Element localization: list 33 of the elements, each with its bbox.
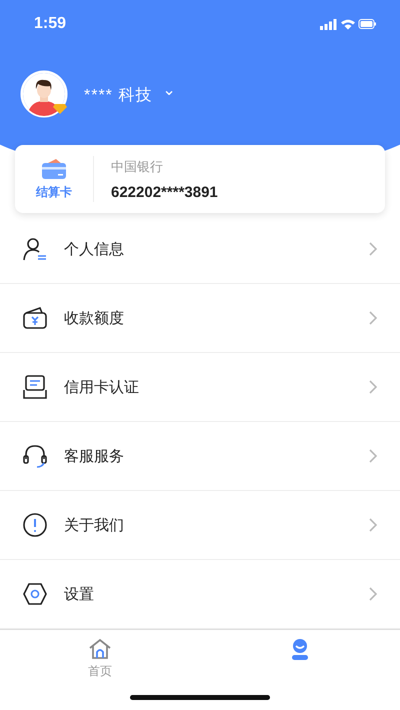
menu-item[interactable]: 信用卡认证 bbox=[0, 353, 400, 422]
menu-item[interactable]: 收款额度 bbox=[0, 284, 400, 353]
chevron-right-icon bbox=[368, 241, 378, 257]
status-time: 1:59 bbox=[34, 15, 66, 33]
settings-icon bbox=[22, 581, 48, 607]
status-icons bbox=[320, 18, 376, 30]
menu-label: 客服服务 bbox=[64, 446, 125, 466]
home-icon bbox=[88, 638, 112, 660]
menu-label: 设置 bbox=[64, 584, 95, 604]
info-icon bbox=[22, 512, 48, 538]
menu-item[interactable]: 设置 bbox=[0, 560, 400, 629]
wallet-icon bbox=[22, 305, 48, 331]
chevron-right-icon bbox=[368, 586, 378, 602]
menu-label: 收款额度 bbox=[64, 308, 125, 328]
menu-item[interactable]: 关于我们 bbox=[0, 491, 400, 560]
menu-label: 关于我们 bbox=[64, 516, 125, 534]
bank-name: 中国银行 bbox=[111, 158, 164, 176]
menu-label: 个人信息 bbox=[64, 240, 125, 258]
card-type-label: 结算卡 bbox=[36, 184, 72, 200]
person-icon bbox=[22, 236, 48, 262]
card-number: 622202****3891 bbox=[111, 184, 218, 200]
card-reader-icon bbox=[22, 374, 48, 400]
menu-label: 信用卡认证 bbox=[64, 378, 140, 396]
menu-item[interactable]: 个人信息 bbox=[0, 215, 400, 284]
chevron-right-icon bbox=[368, 517, 378, 533]
bank-card[interactable]: 结算卡 中国银行 622202****3891 bbox=[15, 145, 385, 213]
chevron-right-icon bbox=[368, 310, 378, 326]
avatar-icon[interactable] bbox=[20, 70, 70, 120]
chevron-right-icon bbox=[368, 379, 378, 395]
chevron-right-icon bbox=[368, 448, 378, 464]
menu-item[interactable]: 客服服务 bbox=[0, 422, 400, 491]
card-icon bbox=[41, 158, 67, 180]
headset-icon bbox=[22, 443, 48, 469]
